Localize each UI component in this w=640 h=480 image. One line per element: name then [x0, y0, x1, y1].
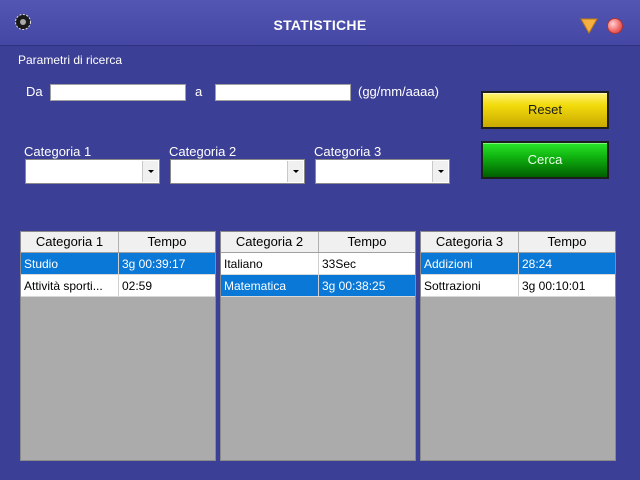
category1-table[interactable]: Categoria 1 Tempo Studio 3g 00:39:17 Att… — [20, 231, 216, 461]
table-row[interactable]: Matematica 3g 00:38:25 — [221, 275, 415, 297]
column-header-time[interactable]: Tempo — [319, 232, 415, 252]
search-parameters-label: Parametri di ricerca — [18, 53, 123, 67]
category2-dropdown[interactable] — [170, 159, 305, 184]
category3-dropdown-button[interactable] — [432, 161, 448, 182]
category3-dropdown[interactable] — [315, 159, 450, 184]
window-title: STATISTICHE — [273, 17, 367, 33]
column-header-category2[interactable]: Categoria 2 — [221, 232, 319, 252]
table-row[interactable]: Addizioni 28:24 — [421, 253, 615, 275]
category3-dropdown-value — [316, 164, 319, 178]
from-date-input[interactable] — [50, 84, 186, 101]
table-row[interactable]: Studio 3g 00:39:17 — [21, 253, 215, 275]
table-header: Categoria 2 Tempo — [221, 232, 415, 253]
title-bar: STATISTICHE — [0, 0, 640, 46]
row-category-cell: Studio — [21, 253, 119, 274]
search-button[interactable]: Cerca — [481, 141, 609, 179]
row-time-cell: 33Sec — [322, 257, 357, 271]
chevron-down-icon — [438, 170, 444, 173]
column-header-category3[interactable]: Categoria 3 — [421, 232, 519, 252]
column-header-category1[interactable]: Categoria 1 — [21, 232, 119, 252]
to-date-label: a — [195, 84, 203, 99]
row-time-cell: 3g 00:39:17 — [122, 257, 186, 271]
category1-dropdown-value — [26, 164, 29, 178]
row-category-cell: Italiano — [221, 253, 319, 274]
column-header-time[interactable]: Tempo — [519, 232, 615, 252]
category2-table[interactable]: Categoria 2 Tempo Italiano 33Sec Matemat… — [220, 231, 416, 461]
chevron-down-icon — [148, 170, 154, 173]
row-time-cell: 28:24 — [522, 257, 553, 271]
category1-dropdown-button[interactable] — [142, 161, 158, 182]
row-category-cell: Sottrazioni — [421, 275, 519, 296]
date-format-hint: (gg/mm/aaaa) — [358, 84, 439, 99]
category3-table[interactable]: Categoria 3 Tempo Addizioni 28:24 Sottra… — [420, 231, 616, 461]
table-row[interactable]: Sottrazioni 3g 00:10:01 — [421, 275, 615, 297]
row-time-cell: 3g 00:10:01 — [522, 279, 586, 293]
from-date-label: Da — [26, 84, 43, 99]
category1-dropdown[interactable] — [25, 159, 160, 184]
chevron-down-icon — [293, 170, 299, 173]
category2-dropdown-value — [171, 164, 174, 178]
table-header: Categoria 3 Tempo — [421, 232, 615, 253]
row-time-cell: 02:59 — [122, 279, 153, 293]
row-category-cell: Matematica — [221, 275, 319, 296]
category3-label: Categoria 3 — [314, 144, 382, 159]
row-category-cell: Addizioni — [421, 253, 519, 274]
table-row[interactable]: Italiano 33Sec — [221, 253, 415, 275]
table-row[interactable]: Attività sporti... 02:59 — [21, 275, 215, 297]
column-header-time[interactable]: Tempo — [119, 232, 215, 252]
reset-button[interactable]: Reset — [481, 91, 609, 129]
row-category-cell: Attività sporti... — [21, 275, 119, 296]
category1-label: Categoria 1 — [24, 144, 92, 159]
row-time-cell: 3g 00:38:25 — [322, 279, 386, 293]
category2-dropdown-button[interactable] — [287, 161, 303, 182]
triangle-down-icon[interactable] — [580, 18, 598, 34]
category2-label: Categoria 2 — [169, 144, 237, 159]
close-circle-icon[interactable] — [607, 18, 623, 34]
to-date-input[interactable] — [215, 84, 351, 101]
table-header: Categoria 1 Tempo — [21, 232, 215, 253]
